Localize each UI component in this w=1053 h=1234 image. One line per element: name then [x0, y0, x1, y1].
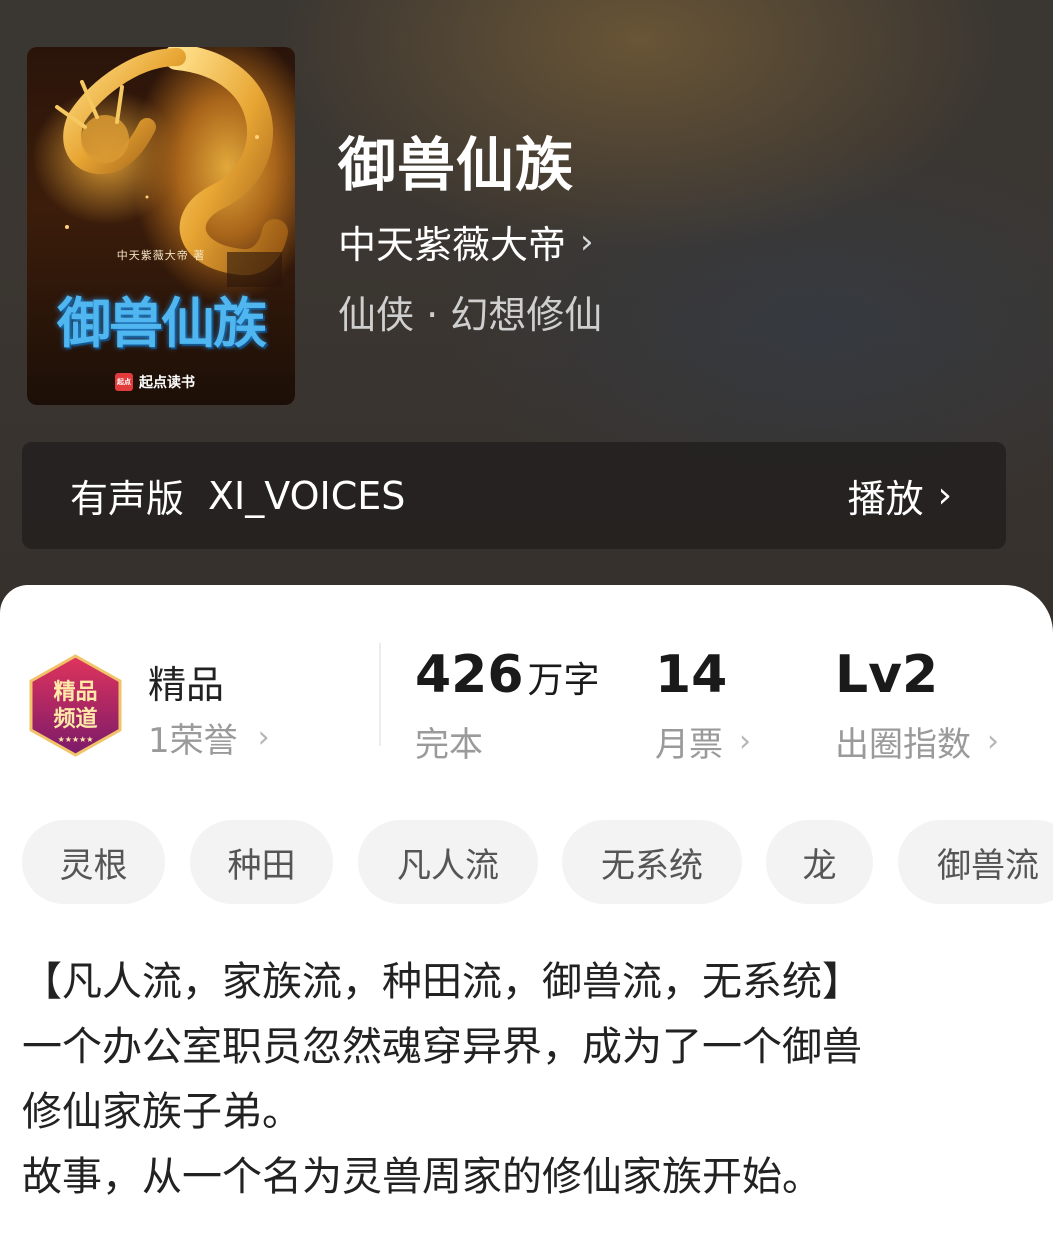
popularity-index-link[interactable]: 出圈指数 ›	[835, 717, 999, 766]
svg-text:★★★★★: ★★★★★	[58, 735, 94, 744]
monthly-ticket-value: 14	[655, 645, 728, 705]
premium-channel-badge-icon[interactable]: 精品 频道 ★★★★★	[24, 654, 127, 757]
cover-title: 御兽仙族	[57, 291, 267, 355]
chevron-right-icon: ›	[937, 475, 952, 516]
tag-list: 灵根 种田 凡人流 无系统 龙 御兽流	[22, 820, 1053, 904]
description-line: 修仙家族子弟。	[22, 1089, 302, 1135]
publisher-logo-icon: 起点	[115, 373, 133, 391]
completion-status: 完本	[415, 725, 483, 765]
chevron-right-icon: ›	[739, 724, 751, 759]
tag-chip[interactable]: 灵根	[22, 820, 165, 904]
author-name: 中天紫薇大帝	[338, 223, 567, 267]
tag-chip[interactable]: 无系统	[562, 820, 742, 904]
honor-link[interactable]: 1荣誉 ›	[148, 713, 270, 762]
audio-label: 有声版	[70, 477, 185, 521]
chevron-right-icon: ›	[580, 221, 594, 262]
monthly-ticket-link[interactable]: 月票 ›	[655, 717, 751, 766]
cover-author: 中天紫薇大帝 著	[116, 249, 206, 262]
badge-text-2: 频道	[53, 706, 97, 732]
honor-count: 1荣誉	[148, 721, 238, 761]
stats-divider	[379, 643, 381, 746]
audio-voice-name: XI_VOICES	[208, 473, 406, 518]
popularity-index-value: Lv2	[835, 645, 939, 705]
tag-chip[interactable]: 御兽流	[898, 820, 1053, 904]
chevron-right-icon: ›	[987, 724, 999, 759]
author-link[interactable]: 中天紫薇大帝 ›	[338, 214, 594, 269]
badge-text-1: 精品	[53, 679, 97, 705]
description-line: 故事，从一个名为灵兽周家的修仙家族开始。	[22, 1154, 822, 1200]
monthly-ticket-label: 月票	[655, 725, 723, 765]
word-count-value: 426 万字	[415, 645, 600, 705]
book-header: 中天紫薇大帝 著 御兽仙族 起点 起点读书 御兽仙族 中天紫薇大帝 › 仙侠 ·…	[0, 0, 1053, 640]
play-button[interactable]: 播放 ›	[848, 468, 952, 523]
book-title: 御兽仙族	[338, 131, 575, 199]
tag-chip[interactable]: 龙	[766, 820, 873, 904]
play-label: 播放	[847, 477, 924, 521]
tag-chip[interactable]: 凡人流	[358, 820, 538, 904]
book-cover[interactable]: 中天紫薇大帝 著 御兽仙族 起点 起点读书	[27, 47, 295, 405]
book-description: 【凡人流，家族流，种田流，御兽流，无系统】 一个办公室职员忽然魂穿异界，成为了一…	[22, 950, 1022, 1210]
word-count-unit: 万字	[527, 660, 600, 701]
book-genre: 仙侠 · 幻想修仙	[338, 293, 603, 337]
cover-publisher: 起点 起点读书	[115, 372, 195, 392]
publisher-name: 起点读书	[139, 375, 195, 391]
audio-version-bar[interactable]: 有声版 XI_VOICES 播放 ›	[22, 442, 1006, 549]
chevron-right-icon: ›	[257, 720, 270, 755]
popularity-index-label: 出圈指数	[835, 725, 971, 765]
description-line: 一个办公室职员忽然魂穿异界，成为了一个御兽	[22, 1024, 862, 1070]
badge-title: 精品	[148, 663, 225, 707]
description-line: 【凡人流，家族流，种田流，御兽流，无系统】	[22, 959, 862, 1005]
tag-chip[interactable]: 种田	[190, 820, 333, 904]
